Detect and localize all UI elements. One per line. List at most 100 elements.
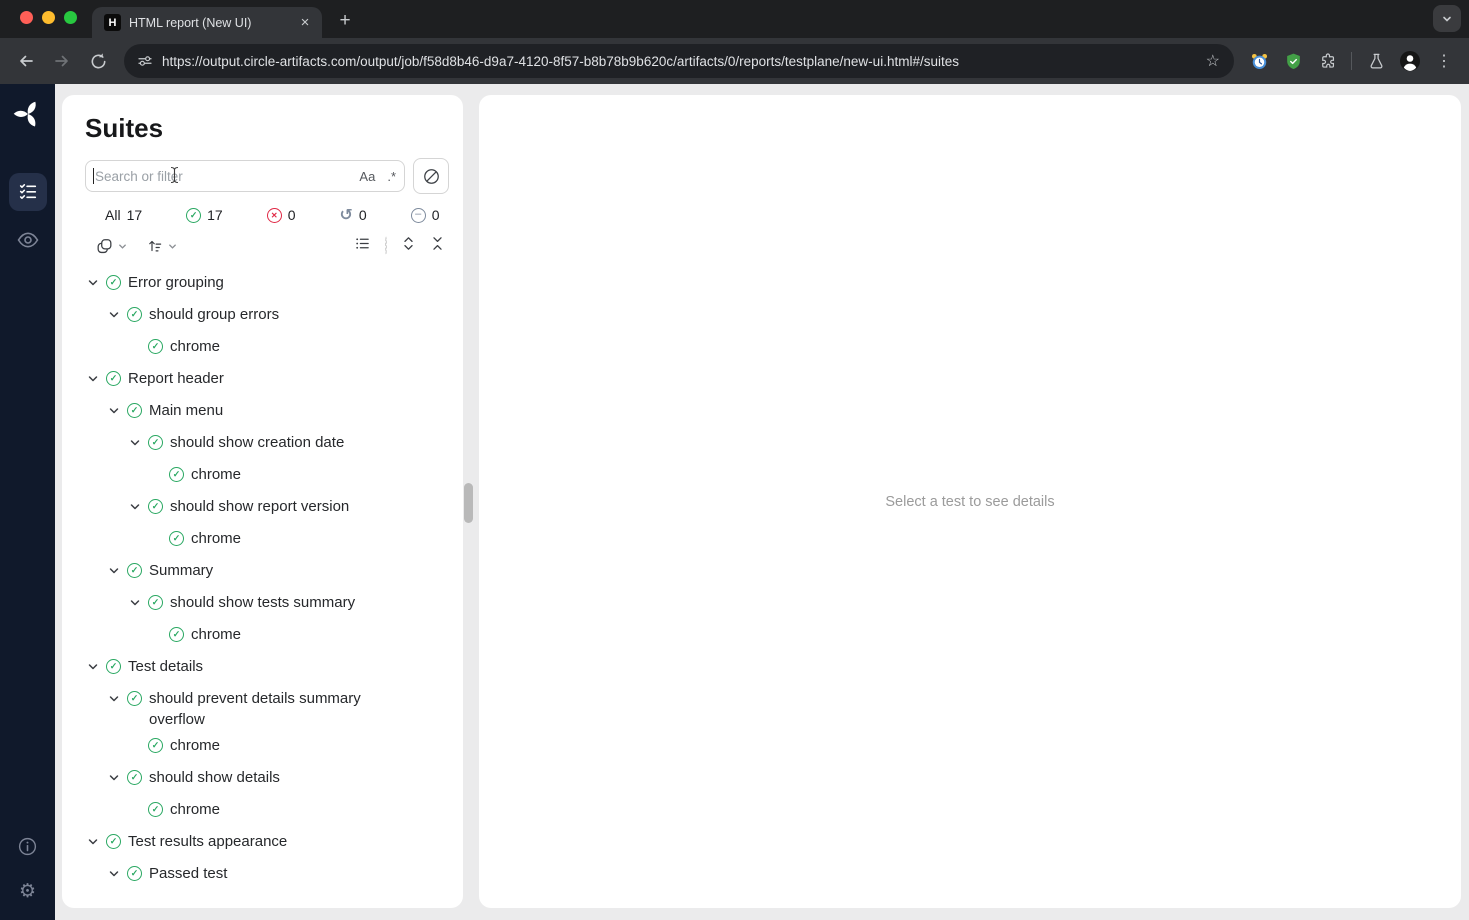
minimize-window-button[interactable] (42, 11, 55, 24)
tree-item-label: Test details (128, 656, 203, 677)
tree-row[interactable]: chrome (85, 730, 449, 762)
collapse-all-button[interactable] (430, 235, 445, 257)
tree-row[interactable]: should show tests summary (85, 587, 449, 619)
reload-button[interactable] (82, 45, 114, 77)
chevron-down-icon[interactable] (129, 496, 148, 513)
new-tab-button[interactable]: + (332, 8, 358, 34)
passed-check-icon (127, 563, 142, 578)
address-bar[interactable]: https://output.circle-artifacts.com/outp… (124, 44, 1234, 78)
gear-icon: ⚙ (19, 880, 36, 902)
page-title: Suites (85, 113, 449, 144)
filter-failed[interactable]: 0 (267, 207, 296, 223)
text-caret (93, 168, 94, 184)
shield-extension-button[interactable] (1278, 46, 1308, 76)
passed-check-icon (127, 403, 142, 418)
browser-filter-button[interactable] (413, 158, 449, 194)
regex-button[interactable]: .* (387, 169, 396, 184)
chevron-down-icon[interactable] (87, 831, 106, 848)
passed-check-icon (106, 834, 121, 849)
tree-item-label: should show creation date (170, 432, 344, 453)
tree-row[interactable]: chrome (85, 619, 449, 651)
match-case-button[interactable]: Aa (359, 169, 375, 184)
info-button[interactable] (17, 836, 38, 862)
retry-icon: ↺ (340, 207, 353, 223)
tree-row[interactable]: Test details (85, 651, 449, 683)
chevron-down-icon[interactable] (108, 400, 127, 417)
chevron-down-icon[interactable] (87, 272, 106, 289)
group-by-dropdown[interactable] (95, 237, 128, 256)
sidebar-item-suites[interactable] (9, 173, 47, 211)
alarm-extension-button[interactable] (1244, 46, 1274, 76)
tree-item-label: Main menu (149, 400, 223, 421)
tab-close-icon[interactable]: × (296, 14, 314, 32)
tree-row[interactable]: Report header (85, 363, 449, 395)
back-button[interactable] (10, 45, 42, 77)
tree-row[interactable]: should show creation date (85, 427, 449, 459)
tree-item-label: chrome (170, 799, 220, 820)
chevron-down-icon[interactable] (108, 688, 127, 705)
toolbar-separator (1351, 52, 1352, 70)
chevron-down-icon[interactable] (108, 304, 127, 321)
list-view-button[interactable] (354, 235, 371, 257)
chevron-down-icon[interactable] (87, 656, 106, 673)
tree-row[interactable]: should show details (85, 762, 449, 794)
chevron-down-icon[interactable] (87, 368, 106, 385)
tree-item-label: chrome (170, 336, 220, 357)
expand-all-button[interactable] (401, 235, 416, 257)
search-input[interactable] (85, 160, 405, 192)
extensions-button[interactable] (1312, 46, 1342, 76)
tree-item-label: should prevent details summary overflow (149, 688, 399, 730)
browser-tab[interactable]: H HTML report (New UI) × (92, 7, 322, 38)
tree-row[interactable]: Summary (85, 555, 449, 587)
browser-menu-button[interactable]: ⋮ (1429, 46, 1459, 76)
tree-row[interactable]: chrome (85, 459, 449, 491)
tree-row[interactable]: chrome (85, 794, 449, 826)
chevron-down-icon[interactable] (108, 863, 127, 880)
tree-row[interactable]: should prevent details summary overflow (85, 683, 449, 730)
suites-scrollbar-thumb[interactable] (464, 483, 473, 523)
tree-row[interactable]: should show report version (85, 491, 449, 523)
profile-button[interactable] (1395, 46, 1425, 76)
site-info-icon[interactable] (136, 52, 154, 70)
filter-all[interactable]: All 17 (105, 207, 142, 223)
tree-row[interactable]: Test results appearance (85, 826, 449, 858)
zoom-window-button[interactable] (64, 11, 77, 24)
passed-check-icon (127, 691, 142, 706)
passed-check-icon (169, 627, 184, 642)
settings-button[interactable]: ⚙ (19, 880, 36, 902)
filter-all-count: 17 (127, 207, 143, 223)
chevron-down-icon[interactable] (108, 767, 127, 784)
passed-check-icon (106, 371, 121, 386)
bookmark-star-icon[interactable]: ☆ (1202, 51, 1224, 71)
passed-check-icon (148, 595, 163, 610)
tree-row[interactable]: chrome (85, 331, 449, 363)
close-window-button[interactable] (20, 11, 33, 24)
passed-check-icon (169, 467, 184, 482)
labs-button[interactable] (1361, 46, 1391, 76)
tree-row[interactable]: Main menu (85, 395, 449, 427)
filter-passed[interactable]: 17 (186, 207, 223, 223)
chevron-down-icon[interactable] (129, 592, 148, 609)
tree-toolbar (95, 235, 449, 257)
passed-check-icon (127, 770, 142, 785)
tab-search-button[interactable] (1433, 5, 1461, 32)
tab-favicon: H (104, 14, 121, 31)
info-icon (17, 836, 38, 857)
filter-retried[interactable]: ↺ 0 (340, 207, 367, 223)
tree-row[interactable]: chrome (85, 523, 449, 555)
passed-check-icon (127, 307, 142, 322)
tree-row[interactable]: Passed test (85, 858, 449, 890)
tree-row[interactable]: Error grouping (85, 267, 449, 299)
tree-row[interactable]: should group errors (85, 299, 449, 331)
browser-tab-strip: H HTML report (New UI) × + (0, 0, 1469, 38)
passed-check-icon (148, 802, 163, 817)
forward-button[interactable] (46, 45, 78, 77)
empty-state-message: Select a test to see details (885, 494, 1054, 510)
chevron-down-icon[interactable] (108, 560, 127, 577)
sidebar-item-visual-checks[interactable] (9, 221, 47, 259)
sort-dropdown[interactable] (146, 237, 178, 255)
passed-check-icon (106, 659, 121, 674)
filter-skipped[interactable]: 0 (411, 207, 440, 223)
chevron-down-icon (1441, 13, 1453, 25)
chevron-down-icon[interactable] (129, 432, 148, 449)
